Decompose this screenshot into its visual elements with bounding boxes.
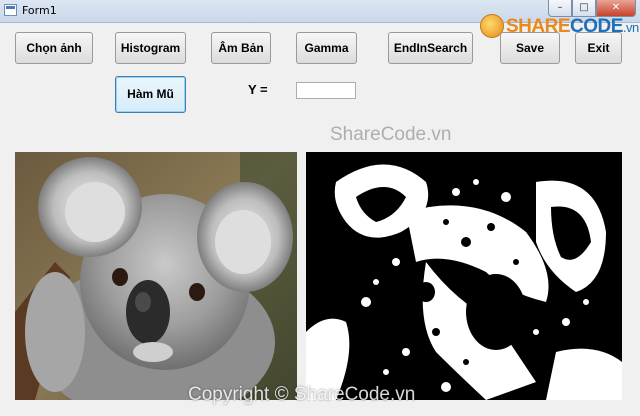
negative-button[interactable]: Âm Bản — [211, 32, 271, 64]
exponential-button[interactable]: Hàm Mũ — [115, 76, 186, 113]
window-title: Form1 — [22, 4, 57, 17]
endinsearch-button[interactable]: EndInSearch — [388, 32, 473, 64]
original-image — [15, 152, 297, 400]
form-icon — [4, 4, 17, 16]
histogram-button[interactable]: Histogram — [115, 32, 186, 64]
gamma-button[interactable]: Gamma — [296, 32, 357, 64]
exit-button[interactable]: Exit — [575, 32, 622, 64]
y-input[interactable] — [296, 82, 356, 99]
choose-image-button[interactable]: Chọn ảnh — [15, 32, 93, 64]
processed-image — [306, 152, 622, 400]
watermark-text: ShareCode.vn — [330, 124, 452, 145]
save-button[interactable]: Save — [500, 32, 560, 64]
copyright-watermark: Copyright © ShareCode.vn — [188, 384, 416, 405]
y-label: Y = — [248, 82, 268, 97]
